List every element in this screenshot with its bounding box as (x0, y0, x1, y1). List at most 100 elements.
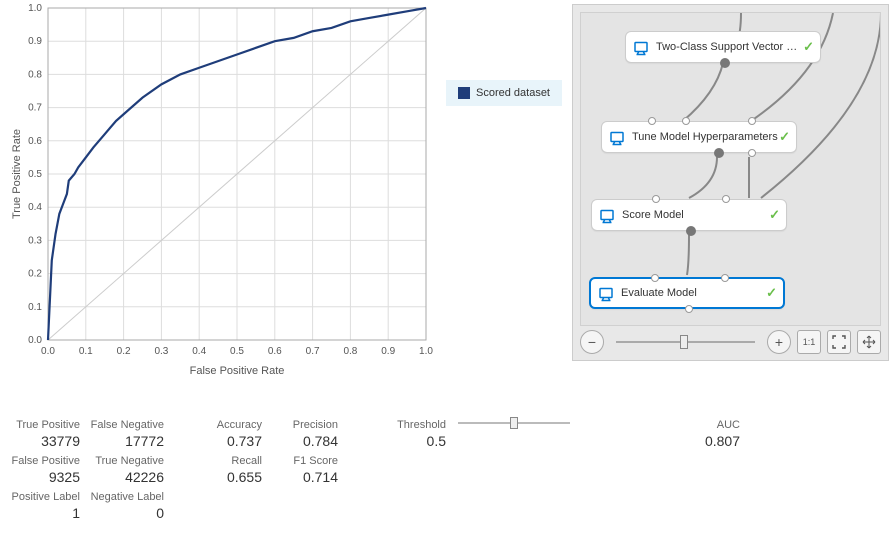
metric-threshold: Threshold 0.5 (356, 419, 446, 449)
node-svm[interactable]: Two-Class Support Vector Ma... ✓ (625, 31, 821, 63)
pan-button[interactable] (857, 330, 881, 354)
metric-recall: Recall 0.655 (174, 455, 262, 485)
check-icon: ✓ (769, 207, 780, 223)
input-port[interactable] (722, 195, 730, 203)
legend-swatch (458, 87, 470, 99)
metric-label: F1 Score (266, 455, 338, 467)
metric-value: 33779 (10, 433, 80, 449)
svg-text:0.6: 0.6 (268, 346, 282, 357)
metric-label: Precision (266, 419, 338, 431)
svg-text:0.2: 0.2 (28, 269, 42, 280)
svg-text:0.8: 0.8 (28, 69, 42, 80)
metric-pos-label: Positive Label 1 (10, 491, 80, 521)
metric-value: 0.737 (174, 433, 262, 449)
pipeline-canvas[interactable]: Two-Class Support Vector Ma... ✓ Tune Mo… (580, 12, 881, 326)
metric-fn: False Negative 17772 (84, 419, 164, 449)
zoom-slider-thumb[interactable] (680, 335, 688, 349)
svg-text:0.2: 0.2 (117, 346, 131, 357)
node-label: Tune Model Hyperparameters (632, 131, 779, 143)
roc-chart: 0.0 0.1 0.2 0.3 0.4 0.5 0.6 0.7 0.8 0.9 1.0 0.0 0.1 0… (8, 0, 438, 380)
module-icon (598, 206, 616, 224)
metric-label: False Negative (84, 419, 164, 431)
check-icon: ✓ (779, 129, 790, 145)
node-evaluate[interactable]: Evaluate Model ✓ (589, 277, 785, 309)
svg-text:1.0: 1.0 (28, 3, 42, 14)
input-port[interactable] (648, 117, 656, 125)
metric-label: Accuracy (174, 419, 262, 431)
svg-text:0.0: 0.0 (41, 346, 55, 357)
metric-label: True Positive (10, 419, 80, 431)
metric-precision: Precision 0.784 (266, 419, 338, 449)
metric-label: Negative Label (84, 491, 164, 503)
zoom-out-button[interactable]: − (580, 330, 604, 354)
input-port[interactable] (651, 274, 659, 282)
svg-text:0.0: 0.0 (28, 335, 42, 346)
metric-value: 0.714 (266, 469, 338, 485)
node-tune[interactable]: Tune Model Hyperparameters ✓ (601, 121, 797, 153)
check-icon: ✓ (803, 39, 814, 55)
node-label: Score Model (622, 209, 769, 221)
zoom-fit-button[interactable] (827, 330, 851, 354)
input-port[interactable] (748, 117, 756, 125)
module-icon (632, 38, 650, 56)
output-port[interactable] (748, 149, 756, 157)
svg-text:0.7: 0.7 (306, 346, 320, 357)
roc-chart-svg: 0.0 0.1 0.2 0.3 0.4 0.5 0.6 0.7 0.8 0.9 1.0 0.0 0.1 0… (8, 0, 438, 380)
output-port[interactable] (685, 305, 693, 313)
svg-text:0.6: 0.6 (28, 136, 42, 147)
svg-text:0.7: 0.7 (28, 103, 42, 114)
metric-auc: AUC 0.807 (680, 419, 740, 449)
svg-text:0.4: 0.4 (192, 346, 206, 357)
metric-label: Threshold (356, 419, 446, 431)
metric-fp: False Positive 9325 (10, 455, 80, 485)
svg-text:1.0: 1.0 (419, 346, 433, 357)
svg-text:0.1: 0.1 (79, 346, 93, 357)
svg-text:0.1: 0.1 (28, 302, 42, 313)
output-port[interactable] (686, 226, 696, 236)
metric-label: True Negative (84, 455, 164, 467)
zoom-slider[interactable] (616, 339, 755, 345)
zoom-in-button[interactable]: + (767, 330, 791, 354)
metric-label: AUC (680, 419, 740, 431)
metric-value: 1 (10, 505, 80, 521)
output-port[interactable] (720, 58, 730, 68)
input-port[interactable] (682, 117, 690, 125)
svg-text:0.8: 0.8 (343, 346, 357, 357)
metric-label: Recall (174, 455, 262, 467)
module-icon (608, 128, 626, 146)
node-label: Evaluate Model (621, 287, 766, 299)
threshold-slider[interactable] (458, 417, 570, 429)
svg-text:0.9: 0.9 (381, 346, 395, 357)
node-score[interactable]: Score Model ✓ (591, 199, 787, 231)
metric-value: 0.807 (680, 433, 740, 449)
legend: Scored dataset (446, 80, 562, 106)
svg-text:0.9: 0.9 (28, 36, 42, 47)
zoom-actual-size-button[interactable]: 1:1 (797, 330, 821, 354)
metric-tp: True Positive 33779 (10, 419, 80, 449)
output-port[interactable] (714, 148, 724, 158)
metric-value: 9325 (10, 469, 80, 485)
metric-f1: F1 Score 0.714 (266, 455, 338, 485)
metric-value: 0 (84, 505, 164, 521)
threshold-slider-thumb[interactable] (510, 417, 518, 429)
svg-text:0.5: 0.5 (230, 346, 244, 357)
svg-text:True Positive Rate: True Positive Rate (11, 129, 23, 219)
svg-text:0.5: 0.5 (28, 169, 42, 180)
legend-label: Scored dataset (476, 87, 550, 99)
zoom-bar: − + 1:1 (580, 328, 881, 356)
metric-value: 0.655 (174, 469, 262, 485)
metric-value: 42226 (84, 469, 164, 485)
node-label: Two-Class Support Vector Ma... (656, 41, 803, 53)
metric-tn: True Negative 42226 (84, 455, 164, 485)
check-icon: ✓ (766, 285, 777, 301)
metric-label: False Positive (10, 455, 80, 467)
svg-text:False Positive Rate: False Positive Rate (190, 365, 285, 377)
input-port[interactable] (652, 195, 660, 203)
input-port[interactable] (721, 274, 729, 282)
metric-label: Positive Label (10, 491, 80, 503)
svg-text:0.3: 0.3 (154, 346, 168, 357)
metrics-panel: True Positive 33779 False Negative 17772… (0, 411, 893, 541)
metric-neg-label: Negative Label 0 (84, 491, 164, 521)
metric-value: 0.784 (266, 433, 338, 449)
svg-text:0.3: 0.3 (28, 235, 42, 246)
